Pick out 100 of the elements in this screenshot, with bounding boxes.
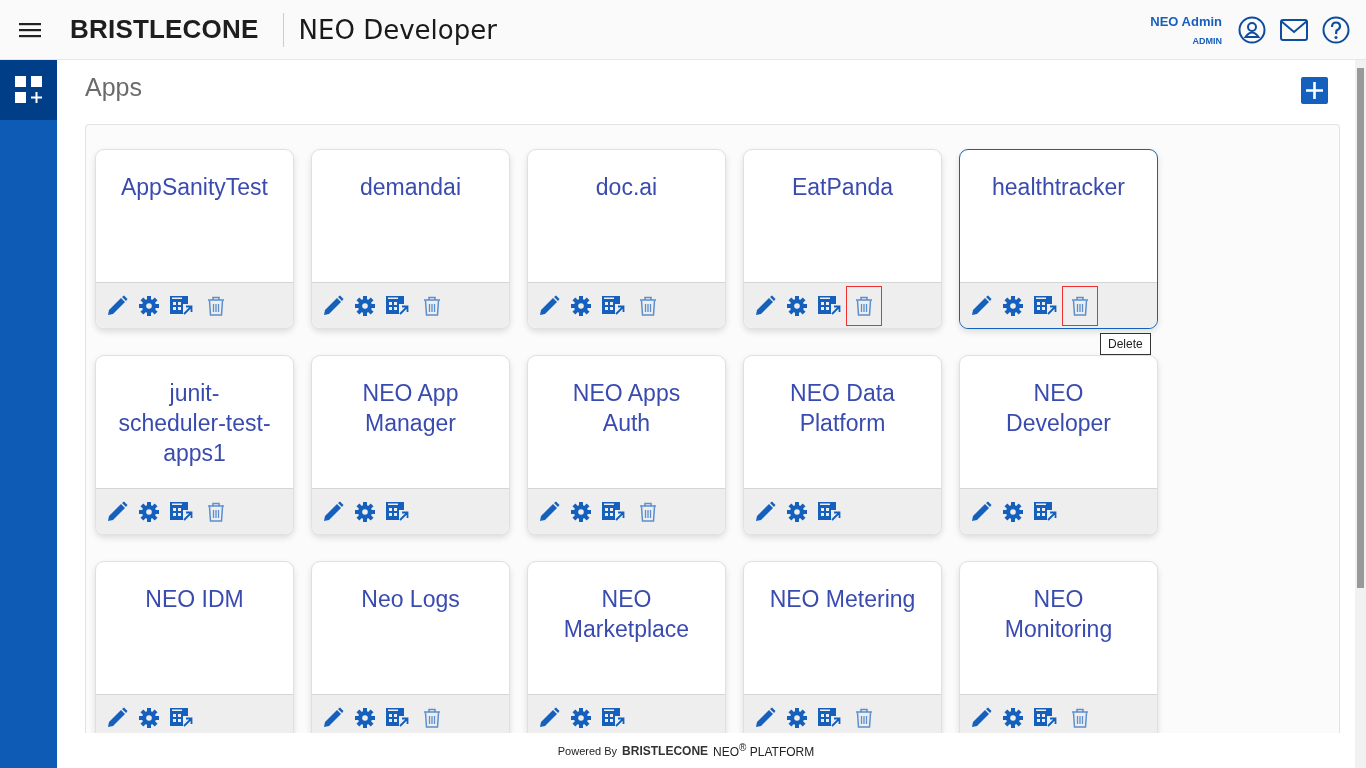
app-title: NEO Developer: [298, 14, 497, 45]
app-name: Neo Logs: [361, 585, 460, 614]
app-card[interactable]: NEO Developer: [959, 355, 1158, 535]
app-card[interactable]: demandai: [311, 149, 510, 329]
gear-icon[interactable]: [139, 501, 159, 522]
app-card[interactable]: doc.ai: [527, 149, 726, 329]
app-name: NEO Data Platform: [789, 379, 896, 438]
trash-icon[interactable]: [855, 295, 873, 316]
app-card[interactable]: NEO IDM: [95, 561, 294, 733]
table-arrow-icon[interactable]: [602, 707, 625, 728]
app-name: NEO Marketplace: [562, 585, 691, 644]
pencil-icon[interactable]: [322, 706, 344, 729]
pencil-icon[interactable]: [754, 706, 776, 729]
table-arrow-icon[interactable]: [602, 295, 625, 316]
app-card[interactable]: NEO Data Platform: [743, 355, 942, 535]
app-name: AppSanityTest: [121, 173, 268, 202]
gear-icon[interactable]: [1003, 295, 1023, 316]
apps-nav-button[interactable]: [0, 60, 57, 120]
trash-icon[interactable]: [639, 501, 657, 522]
pencil-icon[interactable]: [322, 500, 344, 523]
app-name: NEO Developer: [1005, 379, 1112, 438]
app-name: NEO Monitoring: [1003, 585, 1114, 644]
table-arrow-icon[interactable]: [818, 501, 841, 522]
app-name: demandai: [360, 173, 461, 202]
pencil-icon[interactable]: [754, 500, 776, 523]
app-name: healthtracker: [992, 173, 1125, 202]
gear-icon[interactable]: [355, 295, 375, 316]
table-arrow-icon[interactable]: [1034, 501, 1057, 522]
app-name: EatPanda: [792, 173, 893, 202]
user-name: NEO Admin: [1150, 13, 1222, 29]
app-card[interactable]: NEO Apps Auth: [527, 355, 726, 535]
table-arrow-icon[interactable]: [386, 501, 409, 522]
pencil-icon[interactable]: [970, 706, 992, 729]
gear-icon[interactable]: [787, 501, 807, 522]
table-arrow-icon[interactable]: [386, 295, 409, 316]
trash-icon[interactable]: [639, 295, 657, 316]
mail-icon[interactable]: [1280, 18, 1308, 41]
pencil-icon[interactable]: [970, 294, 992, 317]
pencil-icon[interactable]: [322, 294, 344, 317]
gear-icon[interactable]: [139, 707, 159, 728]
pencil-icon[interactable]: [970, 500, 992, 523]
footer-logo: BRISTLECONE: [622, 743, 709, 758]
trash-icon[interactable]: [423, 707, 441, 728]
app-card[interactable]: Neo Logs: [311, 561, 510, 733]
gear-icon[interactable]: [571, 501, 591, 522]
table-arrow-icon[interactable]: [386, 707, 409, 728]
user-icon[interactable]: [1238, 15, 1266, 44]
gear-icon[interactable]: [1003, 707, 1023, 728]
pencil-icon[interactable]: [106, 706, 128, 729]
add-button[interactable]: [1301, 76, 1328, 104]
app-card[interactable]: EatPanda: [743, 149, 942, 329]
pencil-icon[interactable]: [754, 294, 776, 317]
trash-icon[interactable]: [207, 501, 225, 522]
app-card[interactable]: junit-scheduler-test-apps1: [95, 355, 294, 535]
table-arrow-icon[interactable]: [1034, 295, 1057, 316]
app-name: NEO Metering: [769, 585, 916, 614]
gear-icon[interactable]: [571, 295, 591, 316]
trash-icon[interactable]: [207, 295, 225, 316]
app-name: NEO App Manager: [361, 379, 460, 438]
table-arrow-icon[interactable]: [1034, 707, 1057, 728]
page-title: Apps: [85, 72, 142, 102]
gear-icon[interactable]: [1003, 501, 1023, 522]
table-arrow-icon[interactable]: [170, 501, 193, 522]
app-name: doc.ai: [595, 173, 658, 202]
gear-icon[interactable]: [787, 295, 807, 316]
grid-plus-icon: [13, 75, 44, 105]
table-arrow-icon[interactable]: [602, 501, 625, 522]
delete-tooltip: Delete: [1100, 333, 1151, 355]
app-name: junit-scheduler-test-apps1: [118, 379, 271, 468]
app-card[interactable]: NEO App Manager: [311, 355, 510, 535]
gear-icon[interactable]: [139, 295, 159, 316]
pencil-icon[interactable]: [538, 706, 560, 729]
trash-icon[interactable]: [1071, 295, 1089, 316]
pencil-icon[interactable]: [538, 500, 560, 523]
app-card[interactable]: NEO Monitoring: [959, 561, 1158, 733]
help-icon[interactable]: [1322, 15, 1350, 44]
app-name: NEO IDM: [145, 585, 244, 614]
table-arrow-icon[interactable]: [818, 707, 841, 728]
powered-by-label: Powered By: [557, 744, 618, 757]
gear-icon[interactable]: [787, 707, 807, 728]
gear-icon[interactable]: [355, 501, 375, 522]
table-arrow-icon[interactable]: [170, 707, 193, 728]
table-arrow-icon[interactable]: [170, 295, 193, 316]
company-logo: BRISTLECONE: [70, 14, 259, 45]
gear-icon[interactable]: [571, 707, 591, 728]
app-name: NEO Apps Auth: [571, 379, 682, 438]
product-name: NEO$^{®}$ PLATFORM: [713, 742, 815, 759]
app-card[interactable]: NEO Marketplace: [527, 561, 726, 733]
trash-icon[interactable]: [855, 707, 873, 728]
app-card[interactable]: AppSanityTest: [95, 149, 294, 329]
pencil-icon[interactable]: [106, 500, 128, 523]
menu-button[interactable]: [19, 21, 41, 38]
scrollbar[interactable]: [1355, 60, 1366, 768]
pencil-icon[interactable]: [106, 294, 128, 317]
app-card[interactable]: NEO Metering: [743, 561, 942, 733]
gear-icon[interactable]: [355, 707, 375, 728]
trash-icon[interactable]: [423, 295, 441, 316]
table-arrow-icon[interactable]: [818, 295, 841, 316]
trash-icon[interactable]: [1071, 707, 1089, 728]
pencil-icon[interactable]: [538, 294, 560, 317]
